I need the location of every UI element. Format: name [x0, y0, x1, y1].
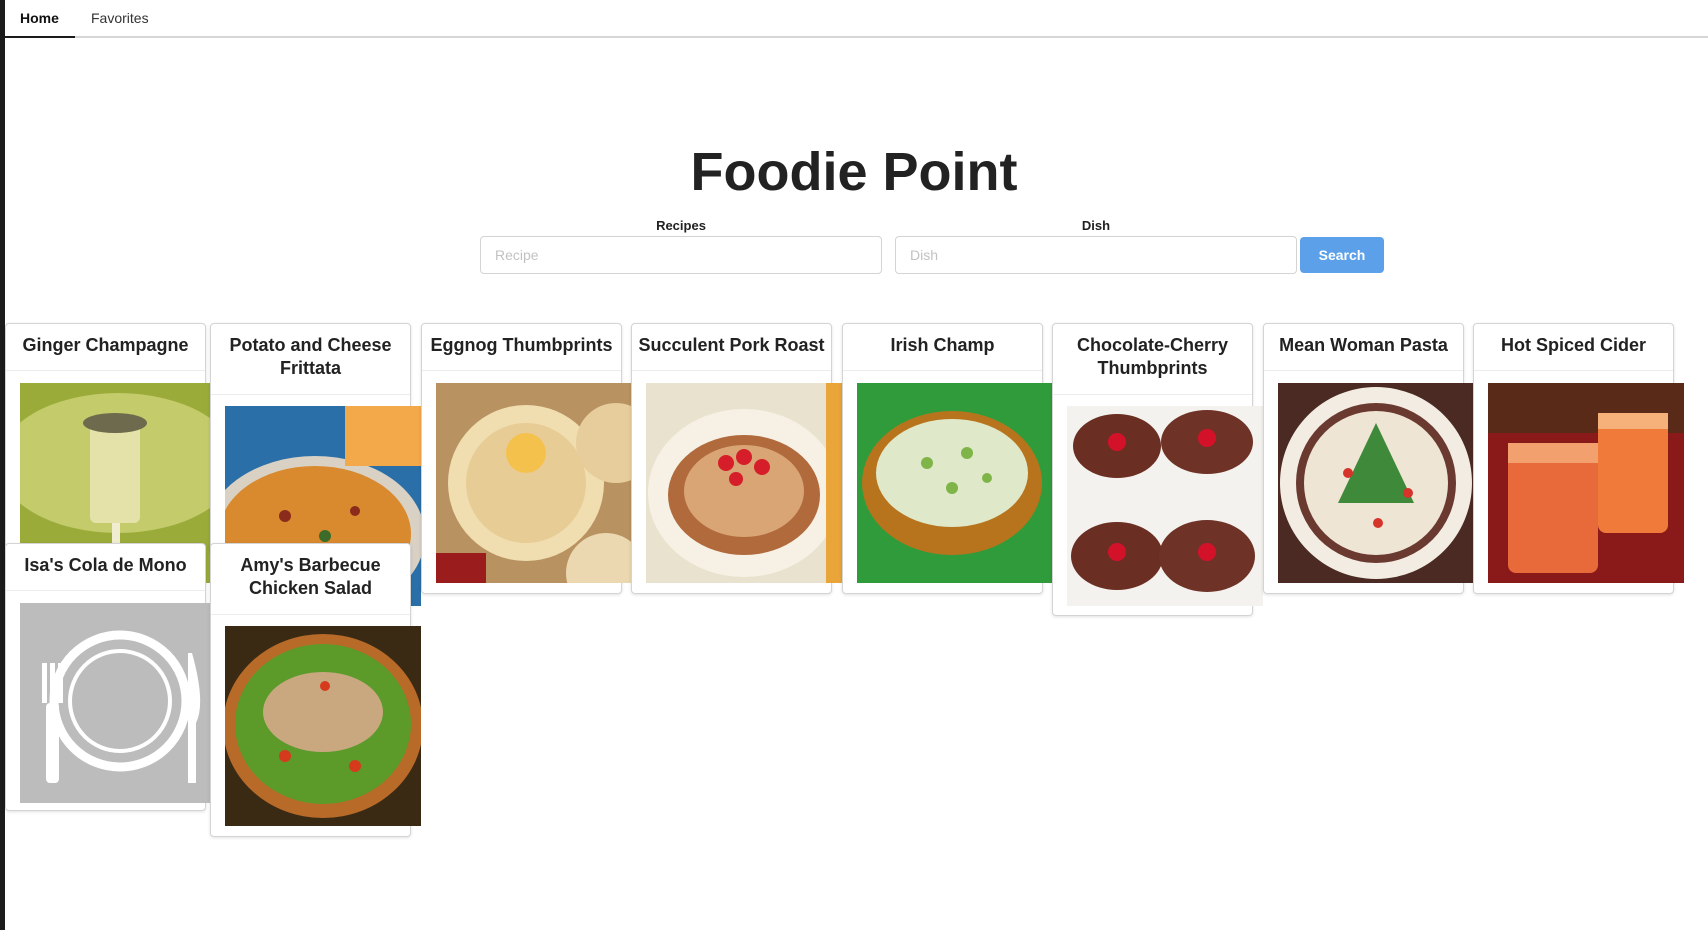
- pasta-plate-image[interactable]: [1278, 383, 1474, 583]
- card-divider: [6, 590, 205, 591]
- recipe-title: Chocolate-Cherry Thumbprints: [1076, 335, 1229, 378]
- recipe-title: Isa's Cola de Mono: [24, 555, 187, 575]
- recipe-title: Succulent Pork Roast: [638, 335, 825, 355]
- card-divider: [6, 370, 205, 371]
- dish-input[interactable]: [895, 236, 1297, 274]
- card-divider: [1474, 370, 1673, 371]
- recipe-card[interactable]: Amy's Barbecue Chicken Salad: [210, 543, 421, 837]
- top-menu: Home Favorites: [5, 0, 1708, 38]
- recipe-card[interactable]: Succulent Pork Roast: [631, 323, 842, 594]
- menu-item-favorites[interactable]: Favorites: [91, 0, 171, 38]
- recipe-title: Eggnog Thumbprints: [430, 335, 613, 355]
- card-divider: [422, 370, 621, 371]
- recipe-title: Potato and Cheese Frittata: [229, 335, 392, 378]
- recipe-title: Amy's Barbecue Chicken Salad: [240, 555, 381, 598]
- card-divider: [632, 370, 831, 371]
- pork-roast-image[interactable]: [646, 383, 842, 583]
- recipe-card[interactable]: Irish Champ: [842, 323, 1053, 594]
- recipe-card[interactable]: Eggnog Thumbprints: [421, 323, 632, 594]
- recipes-label: Recipes: [656, 218, 706, 233]
- chocolate-cookies-image[interactable]: [1067, 406, 1263, 606]
- recipe-card[interactable]: Potato and Cheese Frittata: [210, 323, 421, 606]
- menu-item-home[interactable]: Home: [5, 0, 75, 38]
- recipe-input[interactable]: [480, 236, 882, 274]
- card-divider: [211, 394, 410, 395]
- recipe-title: Irish Champ: [890, 335, 995, 355]
- recipe-title: Hot Spiced Cider: [1500, 335, 1647, 355]
- search-button[interactable]: Search: [1300, 237, 1384, 273]
- cookies-image[interactable]: [436, 383, 632, 583]
- card-divider: [843, 370, 1042, 371]
- mashed-potatoes-bowl-image[interactable]: [857, 383, 1053, 583]
- recipe-card[interactable]: Chocolate-Cherry Thumbprints: [1052, 323, 1263, 616]
- chicken-salad-image[interactable]: [225, 626, 421, 826]
- card-divider: [1053, 394, 1252, 395]
- dish-label: Dish: [1081, 218, 1111, 233]
- card-divider: [1264, 370, 1463, 371]
- recipe-title: Ginger Champagne: [22, 335, 189, 355]
- recipe-title: Mean Woman Pasta: [1279, 335, 1448, 355]
- card-divider: [211, 614, 410, 615]
- cider-glasses-image[interactable]: [1488, 383, 1684, 583]
- plate-placeholder-image[interactable]: [20, 603, 216, 803]
- page-title: Foodie Point: [690, 142, 1018, 202]
- recipe-card[interactable]: Mean Woman Pasta: [1263, 323, 1474, 594]
- recipe-card[interactable]: Hot Spiced Cider: [1473, 323, 1684, 594]
- recipe-card[interactable]: Isa's Cola de Mono: [5, 543, 216, 811]
